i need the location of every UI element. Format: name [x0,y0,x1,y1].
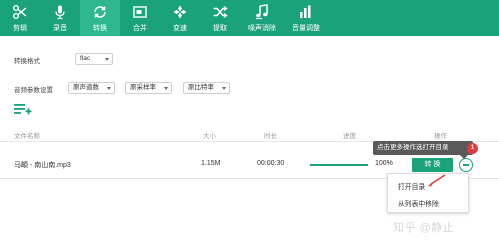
microphone-icon [52,4,68,20]
toolbar-label: 剪辑 [13,25,27,32]
progress-percent: 100% [375,160,393,167]
column-header-name: 文件名称 [14,133,40,140]
file-duration: 00:00:30 [257,160,285,167]
more-actions-tooltip: 点击更多操作选打开目录 [373,141,473,155]
audio-params-label: 音频参数设置 [14,87,53,94]
format-label: 转换格式 [14,58,40,65]
format-select[interactable]: flac [75,53,113,65]
chevron-down-icon [164,87,168,90]
speed-icon [172,4,188,20]
toolbar-label: 录音 [53,25,67,32]
merge-icon [132,4,148,20]
arrow-pointer-icon [428,174,446,187]
menu-item-open-folder[interactable]: 打开目录 [398,181,425,191]
column-header-progress: 进度 [343,133,356,140]
sample-rate-select-value: 原采样率 [130,84,156,91]
add-list-icon [14,104,32,115]
toolbar-label: 提取 [213,25,227,32]
step-badge: 1 [467,143,478,154]
add-files-button[interactable] [14,103,32,115]
channels-select-value: 原声道数 [73,84,99,91]
chevron-down-icon [107,87,111,90]
bitrate-select[interactable]: 原比特率 [183,82,230,94]
toolbar-label: 转换 [93,25,107,32]
column-header-duration: 时长 [264,133,277,140]
toolbar-label: 变速 [173,25,187,32]
toolbar-button-convert[interactable]: 转换 [80,0,120,36]
chevron-down-icon [105,58,109,61]
main-toolbar: 剪辑 录音 转换 合并 变速 提取 噪声消除 音量调整 [0,0,499,36]
noise-reduction-icon [254,4,270,20]
column-header-size: 大小 [203,133,216,140]
toolbar-button-cut[interactable]: 剪辑 [0,0,40,36]
minus-icon [463,164,469,166]
chevron-down-icon [222,87,226,90]
sample-rate-select[interactable]: 原采样率 [125,82,172,94]
more-actions-button[interactable] [459,158,473,172]
channels-select[interactable]: 原声道数 [68,82,115,94]
menu-item-remove-from-list[interactable]: 从列表中移除 [398,198,439,208]
scissors-icon [12,4,28,20]
toolbar-button-extract[interactable]: 提取 [200,0,240,36]
toolbar-button-merge[interactable]: 合并 [120,0,160,36]
toolbar-label: 合并 [133,25,147,32]
toolbar-label: 噪声消除 [248,25,276,32]
file-name: 马頔 - 南山南.mp3 [14,162,71,169]
watermark: 知乎 @静止 [393,222,455,234]
volume-bars-icon [298,4,314,20]
toolbar-button-record[interactable]: 录音 [40,0,80,36]
column-header-action: 操作 [434,133,447,140]
toolbar-button-volume[interactable]: 音量调整 [284,0,328,36]
toolbar-label: 音量调整 [292,25,320,32]
tooltip-tail [460,155,468,159]
bitrate-select-value: 原比特率 [188,84,214,91]
progress-bar [310,164,368,166]
toolbar-button-speed[interactable]: 变速 [160,0,200,36]
extract-icon [212,4,228,20]
toolbar-button-noise-reduction[interactable]: 噪声消除 [240,0,284,36]
convert-icon [92,4,108,20]
convert-button[interactable]: 转 换 [412,158,453,172]
file-size: 1.15M [201,160,221,167]
format-select-value: flac [80,55,91,62]
